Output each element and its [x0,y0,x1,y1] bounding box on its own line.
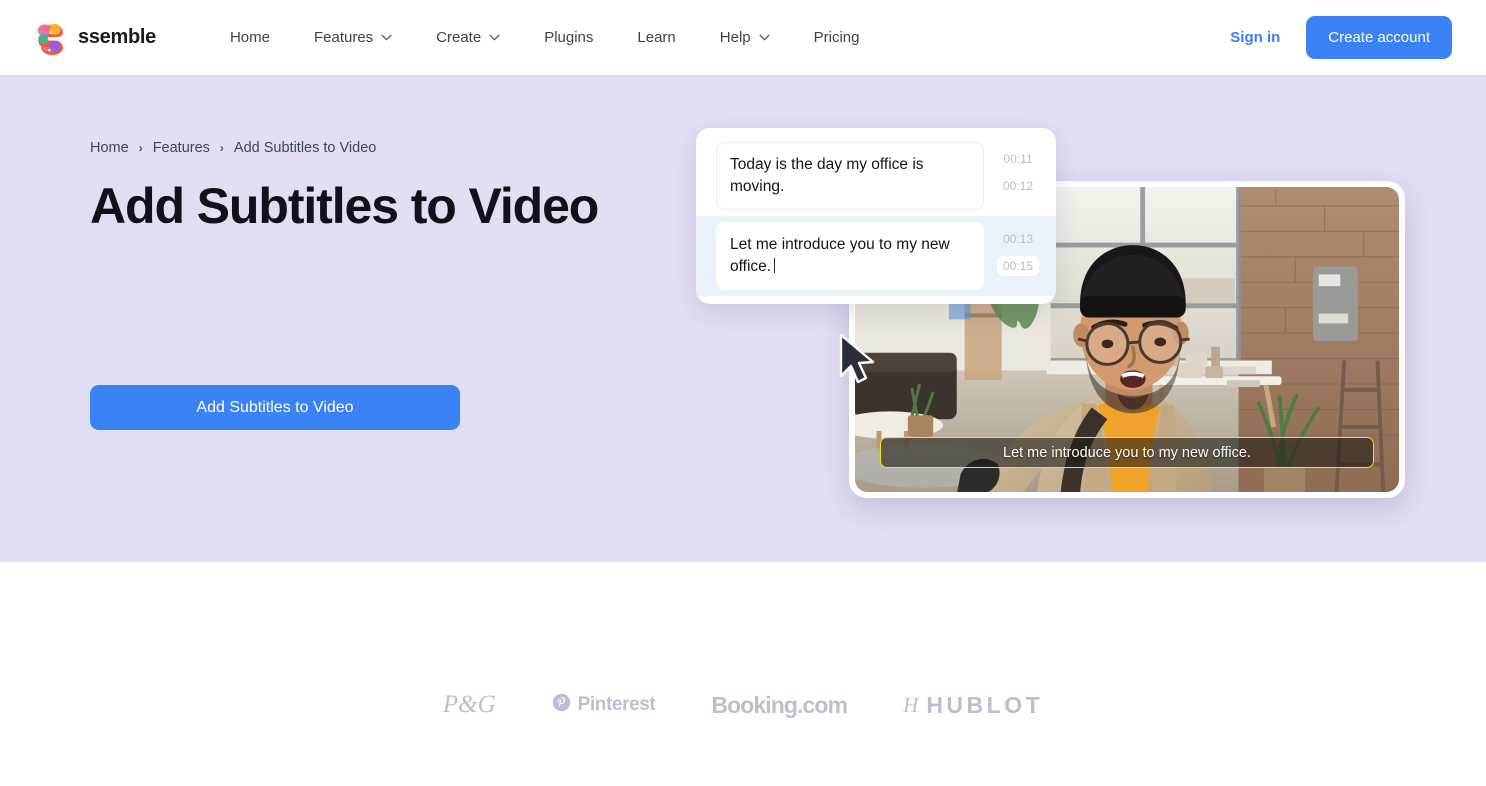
brand-name: ssemble [78,26,156,48]
logo-pg-label: P&G [442,691,496,718]
ssemble-logo-icon [34,21,68,55]
sign-in-link[interactable]: Sign in [1230,29,1280,46]
nav-item-label: Features [313,29,374,46]
breadcrumb-item-features[interactable]: Features [153,140,210,156]
subtitle-start-time[interactable]: 00:11 [997,149,1038,169]
breadcrumb-item-home[interactable]: Home [90,140,129,156]
logo-booking: Booking.com [711,691,848,719]
subtitle-text-input-active[interactable]: Let me introduce you to my new office. [716,222,984,290]
nav-item-home[interactable]: Home [208,21,292,54]
logo-pinterest-label: Pinterest [577,694,656,715]
subtitle-timestamps: 00:13 00:15 [990,222,1046,276]
nav-item-plugins[interactable]: Plugins [522,21,615,54]
nav-item-label: Plugins [544,29,594,46]
logo-hublot-label: HUBLOT [926,691,1044,718]
subtitle-row[interactable]: Today is the day my office is moving. 00… [696,136,1056,216]
nav-item-create[interactable]: Create [414,21,522,54]
subtitle-text-value: Let me introduce you to my new office. [730,236,950,275]
nav-item-label: Pricing [813,29,860,46]
nav-actions: Sign in Create account [1230,16,1452,59]
logo-booking-label: Booking.com [711,691,848,718]
nav-item-pricing[interactable]: Pricing [792,21,882,54]
hero-text-block: Home › Features › Add Subtitles to Video… [90,140,710,234]
logo-pg: P&G [443,691,496,719]
chevron-down-icon [489,34,500,41]
breadcrumb: Home › Features › Add Subtitles to Video [90,140,710,156]
top-navbar: ssemble Home Features Create Plugins Lea… [0,0,1486,75]
breadcrumb-separator-icon: › [219,141,224,155]
subtitle-end-time[interactable]: 00:15 [996,256,1040,276]
nav-item-features[interactable]: Features [292,21,414,54]
add-subtitles-cta-button[interactable]: Add Subtitles to Video [90,385,460,430]
subtitle-timestamps: 00:11 00:12 [990,142,1046,196]
video-caption-overlay: Let me introduce you to my new office. [880,437,1374,468]
nav-links: Home Features Create Plugins Learn Help [208,21,882,54]
subtitle-start-time[interactable]: 00:13 [997,229,1039,249]
hublot-mark-icon: H [903,692,918,717]
nav-item-label: Help [719,29,751,46]
create-account-button[interactable]: Create account [1306,16,1452,59]
subtitle-end-time[interactable]: 00:12 [997,176,1039,196]
chevron-down-icon [381,34,392,41]
breadcrumb-separator-icon: › [138,141,143,155]
nav-item-label: Home [229,29,270,46]
logo-pinterest: Pinterest [552,693,656,717]
nav-item-label: Create [436,29,482,46]
brand-logos-section: P&G Pinterest Booking.com H HUBLOT [0,562,1486,786]
nav-item-learn[interactable]: Learn [615,21,697,54]
text-caret [774,258,776,273]
subtitle-text-input[interactable]: Today is the day my office is moving. [716,142,984,210]
hero-section: Home › Features › Add Subtitles to Video… [0,75,1486,562]
pinterest-icon [552,693,571,717]
subtitle-editor-panel: Today is the day my office is moving. 00… [696,128,1056,304]
subtitle-row-active[interactable]: Let me introduce you to my new office. 0… [696,216,1056,296]
page-title: Add Subtitles to Video [90,178,599,234]
logo-hublot: H HUBLOT [903,692,1043,719]
nav-item-help[interactable]: Help [698,21,792,54]
brand-logo-link[interactable]: ssemble [34,21,156,55]
video-caption-text: Let me introduce you to my new office. [1003,444,1251,461]
chevron-down-icon [759,34,770,41]
breadcrumb-item-current: Add Subtitles to Video [233,140,377,156]
nav-item-label: Learn [637,29,676,46]
